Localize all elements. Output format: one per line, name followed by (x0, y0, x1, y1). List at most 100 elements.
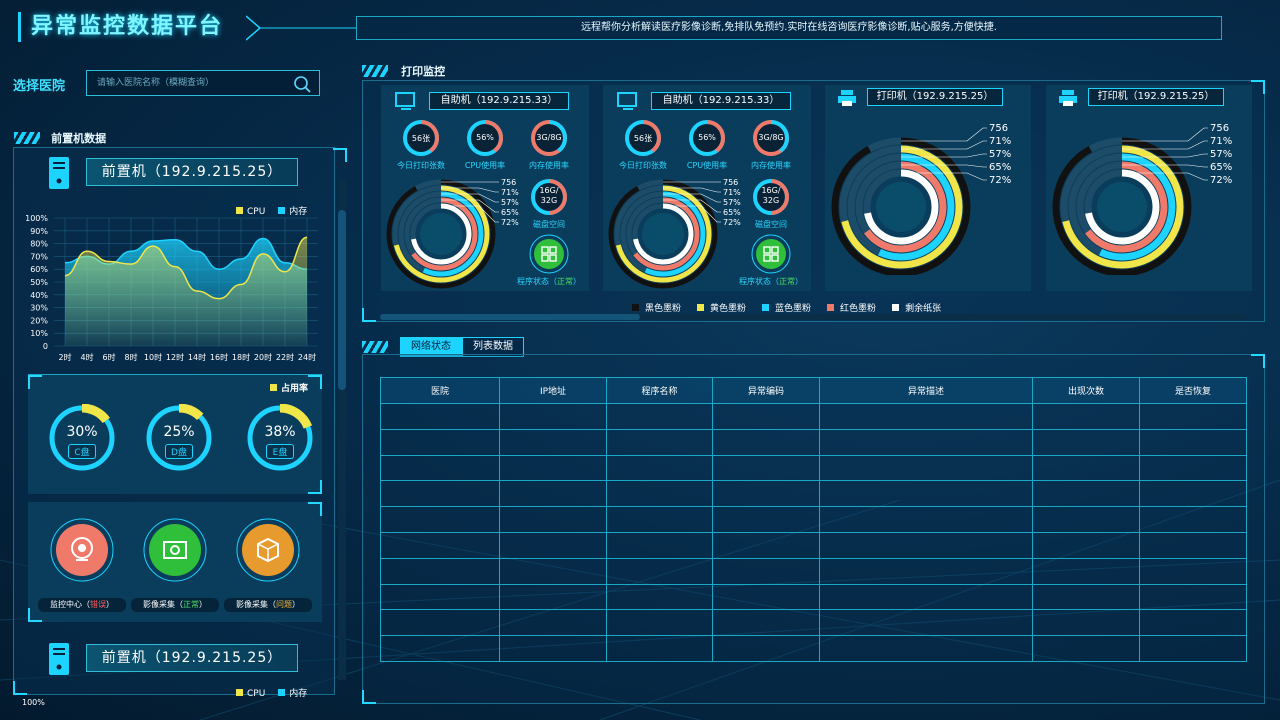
table-header-cell[interactable]: IP地址 (499, 377, 607, 404)
search-icon[interactable] (293, 75, 311, 93)
kiosk-mini-value: 56% (698, 133, 716, 142)
table-row[interactable] (380, 480, 1247, 508)
table-cell (1032, 454, 1140, 482)
table-cell (1032, 403, 1140, 430)
legend-swatch (697, 304, 705, 311)
table-row[interactable] (380, 531, 1247, 559)
table-row[interactable] (380, 428, 1247, 456)
service-status: 正常 (183, 600, 199, 609)
toner-rings: 756 71% 57% 65% 72% (831, 123, 1011, 275)
panel-corner (1251, 354, 1265, 368)
x-tick-label: 14时 (188, 352, 206, 362)
y-tick-label: 20% (30, 316, 48, 325)
paren: （ (549, 277, 557, 286)
table-cell (819, 609, 1033, 637)
table-header-cell[interactable]: 异常描述 (819, 377, 1033, 404)
table-cell (606, 583, 713, 611)
printer-paper (842, 101, 852, 106)
service-1[interactable] (143, 518, 207, 582)
table-header-cell[interactable]: 是否恢复 (1139, 377, 1247, 404)
print-section-title: 打印监控 (401, 65, 446, 78)
ring-value: 72% (723, 218, 741, 227)
table-cell (499, 428, 607, 456)
front-section-title: 前置机数据 (51, 132, 107, 145)
disk-legend: 占用率 (269, 381, 308, 394)
table-row[interactable] (380, 557, 1247, 585)
ring-center (876, 182, 926, 232)
table-cell (380, 480, 500, 508)
y-tick-label: 80% (30, 240, 48, 249)
scrollbar-thumb[interactable] (338, 210, 346, 390)
kiosk-mini-value: 3G/8G (758, 133, 784, 142)
table-cell (712, 428, 820, 456)
paren: ） (106, 600, 114, 609)
toner-legend-item: 黑色墨粉 (632, 301, 681, 314)
panel-corner (308, 480, 322, 494)
table-row[interactable] (380, 583, 1247, 611)
paren: ） (573, 277, 581, 286)
x-tick-label: 16时 (210, 352, 228, 362)
service-name: 影像采集 (143, 600, 175, 609)
table-cell (819, 506, 1033, 533)
table-header-cell[interactable]: 出现次数 (1032, 377, 1140, 404)
table-cell (380, 531, 500, 559)
scrollbar-thumb[interactable] (380, 314, 640, 320)
table-cell (1139, 557, 1247, 585)
table-cell (1139, 583, 1247, 611)
kiosk-mini-label: 内存使用率 (529, 161, 569, 170)
table-header-cell[interactable]: 异常编码 (712, 377, 820, 404)
table-cell (499, 480, 607, 508)
box-icon[interactable] (236, 518, 300, 582)
table-cell (606, 506, 713, 533)
table-cell (499, 454, 607, 482)
hospital-search-input[interactable]: 请输入医院名称（模糊查询） (86, 70, 320, 96)
x-tick-label: 18时 (232, 352, 250, 362)
service-0[interactable] (50, 518, 114, 582)
page-title: 异常监控数据平台 (18, 12, 223, 42)
legend-swatch (892, 304, 900, 311)
table-row[interactable] (380, 454, 1247, 482)
table-cell (380, 557, 500, 585)
monitor-icon (395, 92, 415, 110)
table-cell (499, 609, 607, 637)
kiosk-mini-label: 今日打印张数 (619, 161, 667, 170)
ring-center (1097, 182, 1147, 232)
photo-icon[interactable] (143, 518, 207, 582)
table-cell (606, 403, 713, 430)
table-header-cell[interactable]: 医院 (380, 377, 500, 404)
server-icon (49, 643, 69, 675)
legend-label: 剩余纸张 (905, 304, 942, 314)
table-header-cell[interactable]: 程序名称 (606, 377, 713, 404)
ring-value: 756 (723, 178, 738, 187)
table-cell (1032, 531, 1140, 559)
legend-swatch-mem (278, 689, 286, 696)
table-row[interactable] (380, 635, 1247, 662)
panel-corner (362, 690, 376, 704)
y-tick-label: 90% (30, 227, 48, 236)
toner-legend-item: 黄色墨粉 (697, 301, 746, 314)
table-cell (1139, 403, 1247, 430)
service-2[interactable] (236, 518, 300, 582)
kiosk-mini-label: 内存使用率 (751, 161, 791, 170)
monitor-icon (617, 92, 637, 110)
paren: ） (199, 600, 207, 609)
table-row[interactable] (380, 506, 1247, 533)
panel-corner (1251, 80, 1265, 94)
table-cell (1032, 428, 1140, 456)
ring-value: 72% (501, 218, 519, 227)
disk-gauge: 38% E盘 (245, 403, 315, 473)
service-status: 错误 (90, 600, 106, 609)
table-row[interactable] (380, 609, 1247, 637)
disk-gauge: 30% C盘 (47, 403, 117, 473)
legend-swatch (827, 304, 835, 311)
table-row[interactable] (380, 403, 1247, 430)
camera-icon[interactable] (50, 518, 114, 582)
table-cell (606, 531, 713, 559)
service-name: 监控中心 (50, 600, 82, 609)
sidebar-scrollbar[interactable] (338, 180, 346, 680)
x-tick-label: 12时 (166, 352, 184, 362)
legend-swatch-usage (269, 384, 277, 391)
legend-mem-2: 内存 (289, 689, 308, 699)
section-slash-icon (362, 64, 388, 77)
y-tick-top-2: 100% (22, 698, 45, 707)
